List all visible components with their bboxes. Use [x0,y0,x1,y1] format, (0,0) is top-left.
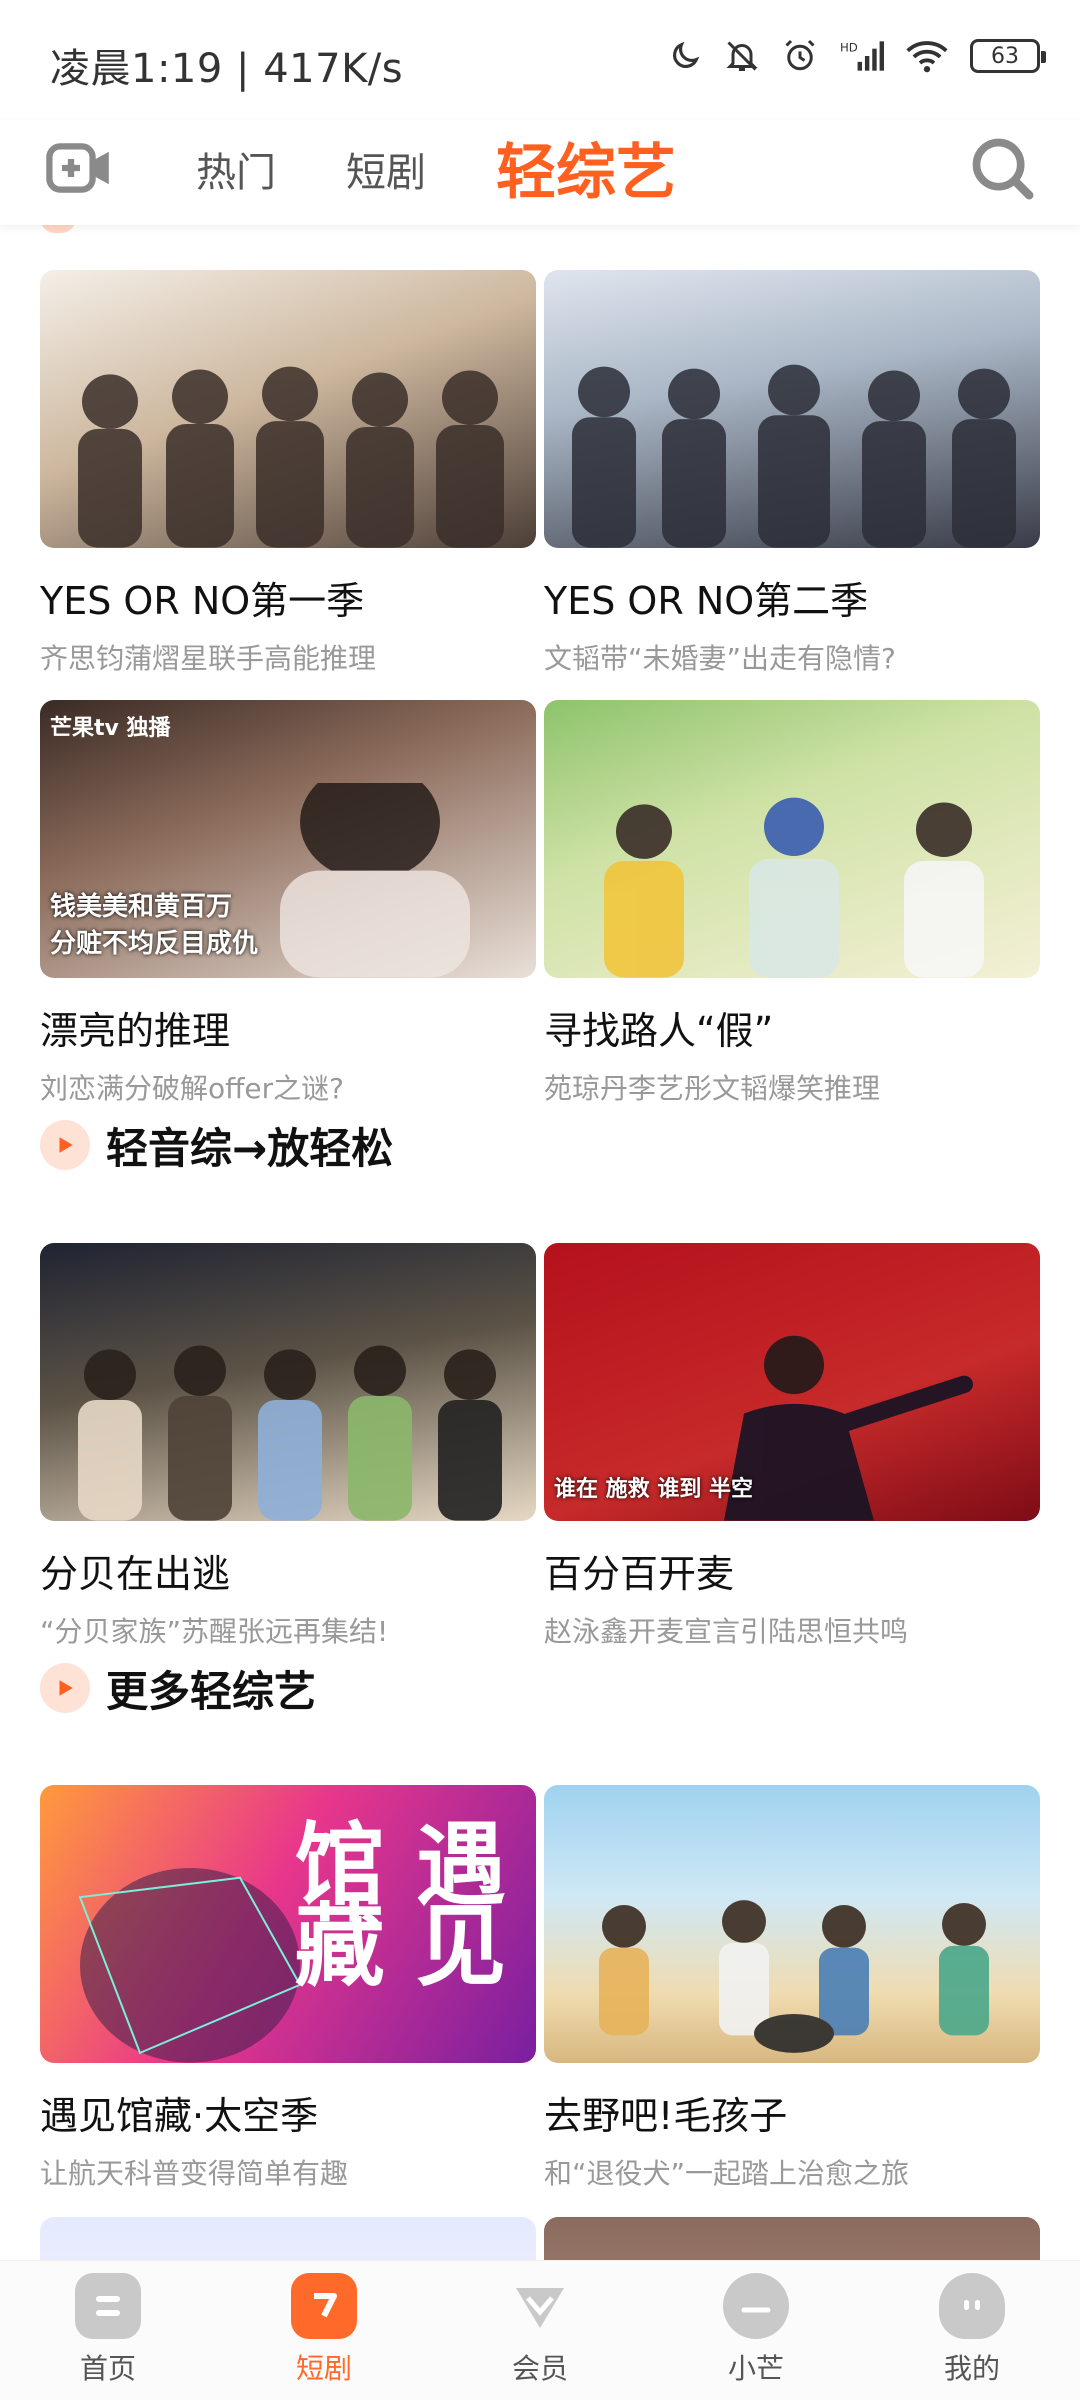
content-feed[interactable]: YES OR NO第一季 齐思钧蒲熠星联手高能推理 YES OR NO第二季 文… [0,225,1080,2260]
show-title[interactable]: 遇见馆藏·太空季 [40,2085,536,2140]
signal-icon: HD [840,41,884,71]
cast-photo [572,365,1016,548]
show-thumbnail[interactable] [40,270,536,548]
tab-short-drama[interactable]: 短剧 [346,140,426,198]
status-icons: HD 63 [668,38,1046,74]
bottom-nav-label: 短剧 [295,2352,352,2385]
show-title[interactable]: 去野吧!毛孩子 [544,2085,1040,2140]
show-subtitle: 让航天科普变得简单有趣 [40,2157,349,2190]
show-card[interactable]: 分贝在出逃 “分贝家族”苏醒张远再集结! [40,1243,536,1650]
bottom-nav-home[interactable]: 首页 [0,2261,216,2400]
show-thumbnail[interactable] [40,2217,536,2260]
show-card[interactable]: 芒果tv 独播 钱美美和黄百万 分赃不均反目成仇 漂亮的推理 刘恋满分破解off… [40,700,536,1107]
show-thumbnail[interactable]: 芒果tv 独播 钱美美和黄百万 分赃不均反目成仇 [40,700,536,978]
video-camera-icon[interactable] [44,132,116,204]
show-subtitle: 苑琼丹李艺彤文韬爆笑推理 [544,1072,881,1105]
show-title[interactable]: 漂亮的推理 [40,1000,536,1055]
show-thumbnail[interactable] [544,270,1040,548]
play-icon [40,1120,90,1170]
moon-icon [673,41,700,68]
cast-photo [78,367,504,548]
show-subtitle: “分贝家族”苏醒张远再集结! [40,1615,389,1648]
show-card[interactable]: 寻找路人“假” 苑琼丹李艺彤文韬爆笑推理 [544,700,1040,1107]
wifi-icon [906,41,948,73]
show-title[interactable]: 百分百开麦 [544,1543,1040,1598]
section-title: 轻音综→放轻松 [106,1123,394,1173]
show-subtitle: 赵泳鑫开麦宣言引陆思恒共鸣 [544,1615,909,1648]
section-header-partial [40,225,440,243]
show-thumbnail[interactable] [544,1785,1040,2063]
show-subtitle: 文韬带“未婚妻”出走有隐情? [544,642,896,675]
bottom-nav-vip[interactable]: 会员 [432,2261,648,2400]
status-time-speed: 凌晨1:19 | 417K/s [50,46,404,92]
battery-icon: 63 [970,39,1046,73]
show-thumbnail[interactable] [544,2217,1040,2260]
bottom-nav-label: 我的 [943,2352,1000,2385]
search-icon[interactable] [968,134,1036,202]
vip-icon [507,2273,573,2339]
mute-bell-icon [726,41,758,71]
svg-text:HD: HD [840,41,858,55]
show-card[interactable]: 去野吧!毛孩子 和“退役犬”一起踏上治愈之旅 [544,1785,1040,2192]
alarm-icon [785,39,815,71]
cast-photo [599,1900,989,2054]
tab-light-variety[interactable]: 轻综艺 [496,124,676,211]
tab-hot[interactable]: 热门 [196,140,276,198]
short-drama-icon [291,2273,357,2339]
bottom-nav: 首页 短剧 会员 小芒 我的 [0,2260,1080,2400]
bottom-nav-short-drama[interactable]: 短剧 [216,2261,432,2400]
show-subtitle: 刘恋满分破解offer之谜? [40,1072,345,1105]
home-icon [75,2273,141,2339]
xiaomang-icon [723,2273,789,2339]
platform-badge: 芒果tv 独播 [50,716,171,741]
thumbnail-caption: 谁在 施救 谁到 半空 [554,1477,753,1502]
show-card[interactable]: 谁在 施救 谁到 半空 百分百开麦 赵泳鑫开麦宣言引陆思恒共鸣 [544,1243,1040,1650]
thumbnail-caption: 馆 遇 藏 见 [294,1813,506,1999]
play-icon [40,1663,90,1713]
bottom-nav-label: 小芒 [727,2352,784,2385]
show-subtitle: 齐思钧蒲熠星联手高能推理 [40,642,377,675]
show-thumbnail[interactable]: 馆 遇 藏 见 [40,1785,536,2063]
section-header: 轻音综→放轻松 [40,1115,393,1175]
show-title[interactable]: YES OR NO第二季 [544,570,1040,625]
cast-photo [78,1345,502,1521]
bottom-nav-label: 会员 [511,2352,568,2385]
show-subtitle: 和“退役犬”一起踏上治愈之旅 [544,2157,910,2190]
show-thumbnail[interactable] [544,700,1040,978]
top-nav: 热门 短剧 轻综艺 [0,120,1080,225]
show-title[interactable]: YES OR NO第一季 [40,570,536,625]
profile-icon [939,2273,1005,2339]
bottom-nav-label: 首页 [79,2352,136,2385]
show-title[interactable]: 寻找路人“假” [544,1000,1040,1055]
status-bar: 凌晨1:19 | 417K/s HD 63 [0,0,1080,120]
show-card[interactable] [40,2217,536,2260]
cast-photo [604,798,984,978]
bottom-nav-profile[interactable]: 我的 [864,2261,1080,2400]
show-thumbnail[interactable] [40,1243,536,1521]
thumbnail-caption: 钱美美和黄百万 分赃不均反目成仇 [50,892,259,959]
show-card[interactable] [544,2217,1040,2260]
show-title[interactable]: 分贝在出逃 [40,1543,536,1598]
section-title: 更多轻综艺 [106,1666,317,1716]
show-card[interactable]: YES OR NO第二季 文韬带“未婚妻”出走有隐情? [544,270,1040,677]
show-card[interactable]: 馆 遇 藏 见 遇见馆藏·太空季 让航天科普变得简单有趣 [40,1785,536,2192]
show-thumbnail[interactable]: 谁在 施救 谁到 半空 [544,1243,1040,1521]
show-card[interactable]: YES OR NO第一季 齐思钧蒲熠星联手高能推理 [40,270,536,677]
section-header: 更多轻综艺 [40,1658,316,1718]
bottom-nav-xiaomang[interactable]: 小芒 [648,2261,864,2400]
